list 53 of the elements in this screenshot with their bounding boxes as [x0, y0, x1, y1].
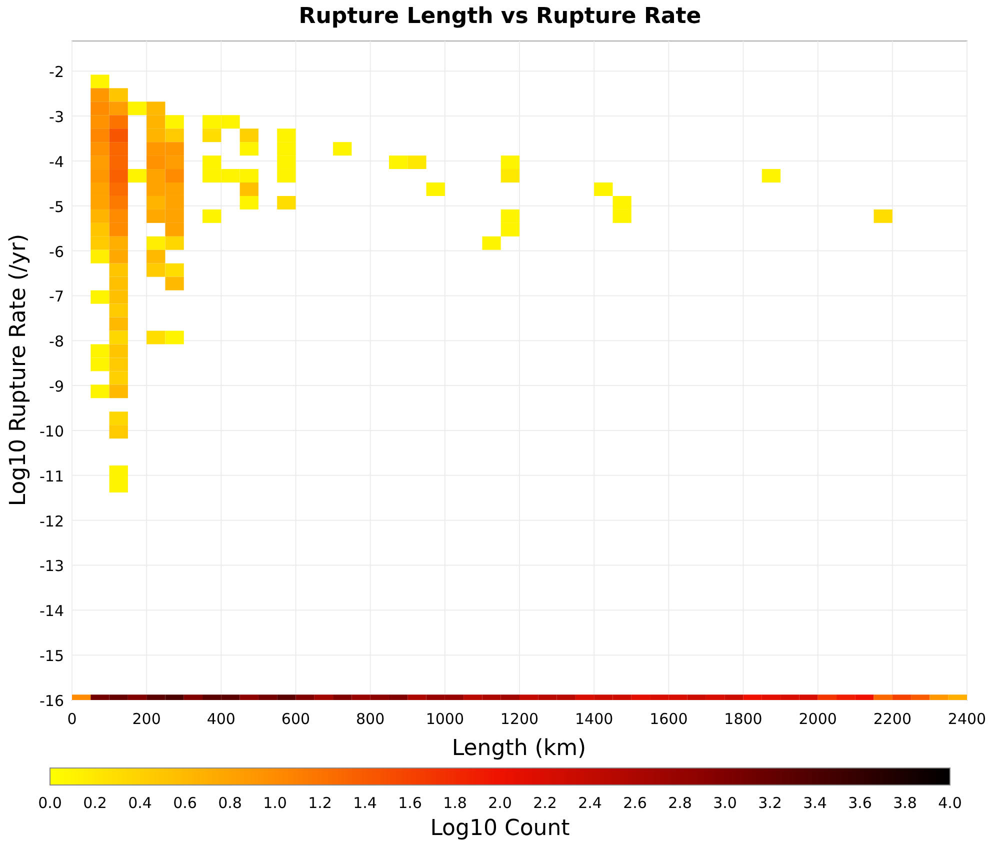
x-tick-label: 1400	[575, 710, 614, 728]
y-tick-label: -7	[49, 288, 64, 306]
color-scale-tick-label: 1.0	[263, 794, 287, 812]
x-tick-label: 200	[132, 710, 161, 728]
color-scale-tick-label: 2.0	[488, 794, 512, 812]
x-tick-label: 400	[206, 710, 236, 728]
color-scale-tick-label: 0.4	[128, 794, 152, 812]
color-scale-tick-label: 1.6	[398, 794, 422, 812]
color-scale-tick-label: 2.8	[668, 794, 692, 812]
y-tick-label: -5	[49, 198, 64, 216]
chart-title: Rupture Length vs Rupture Rate	[298, 4, 702, 29]
color-scale-tick-label: 2.4	[578, 794, 602, 812]
color-scale-title: Log10 Count	[430, 816, 570, 841]
color-scale-tick-label: 3.0	[713, 794, 737, 812]
color-scale-tick-label: 1.4	[353, 794, 377, 812]
color-scale-tick-label: 1.8	[443, 794, 467, 812]
x-tick-label: 800	[356, 710, 385, 728]
y-tick-label: -8	[49, 332, 64, 351]
color-scale-tick-label: 2.2	[533, 794, 557, 812]
x-tick-label: 1600	[650, 710, 688, 728]
y-tick-label: -3	[49, 108, 64, 126]
color-scale-tick-label: 3.8	[893, 794, 917, 812]
y-tick-label: -12	[40, 512, 64, 530]
y-tick-label: -14	[40, 602, 64, 620]
color-scale-tick-label: 1.2	[308, 794, 332, 812]
y-tick-label: -4	[49, 152, 64, 171]
x-tick-label: 1800	[724, 710, 762, 728]
y-tick-label: -2	[49, 63, 64, 82]
y-tick-label: -11	[40, 467, 64, 486]
y-tick-label: -9	[49, 378, 64, 396]
color-scale-tick-label: 2.6	[623, 794, 647, 812]
y-tick-label: -16	[40, 692, 64, 710]
color-scale-tick-label: 0.0	[38, 794, 62, 812]
y-tick-label: -15	[40, 647, 64, 666]
x-tick-label: 1200	[500, 710, 539, 728]
color-scale-tick-label: 0.2	[83, 794, 107, 812]
x-tick-label: 600	[281, 710, 310, 728]
color-scale-tick-label: 0.8	[218, 794, 242, 812]
y-tick-label: -10	[40, 422, 64, 440]
color-scale-tick-label: 3.4	[803, 794, 827, 812]
x-tick-label: 2400	[948, 710, 986, 728]
color-scale-tick-label: 3.6	[848, 794, 872, 812]
x-tick-label: 2000	[798, 710, 837, 728]
x-axis-label: Length (km)	[452, 736, 586, 761]
color-scale-tick-label: 4.0	[938, 794, 962, 812]
x-tick-label: 1000	[426, 710, 464, 728]
y-tick-label: -6	[49, 242, 64, 261]
x-tick-label: 0	[67, 710, 77, 728]
x-tick-label: 2200	[873, 710, 912, 728]
y-axis-label: Log10 Rupture Rate (/yr)	[6, 234, 31, 506]
color-scale-tick-label: 3.2	[758, 794, 782, 812]
color-scale-tick-label: 0.6	[173, 794, 197, 812]
y-tick-label: -13	[40, 557, 64, 576]
